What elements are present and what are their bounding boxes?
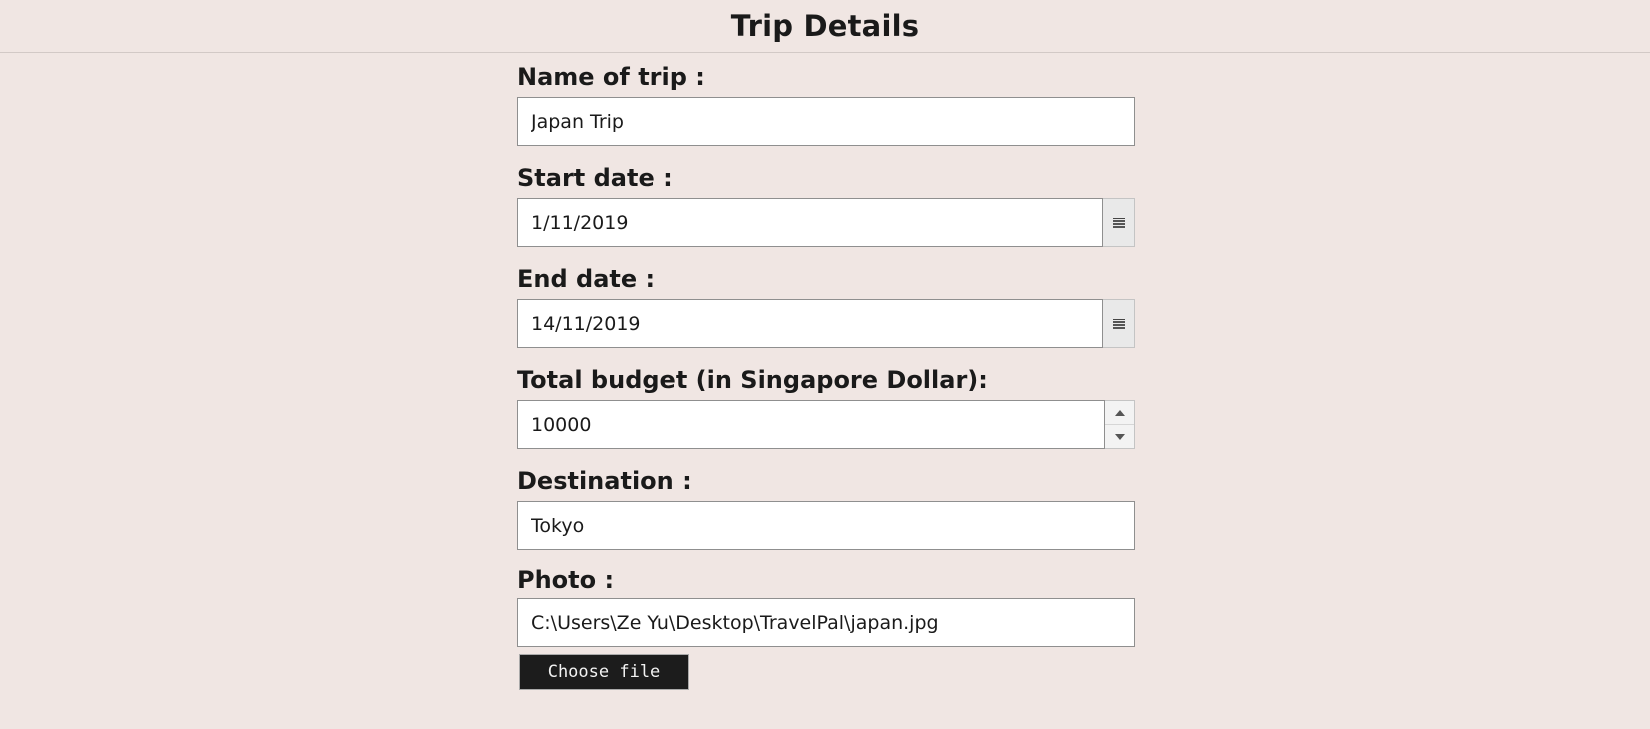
start-date-row [517,198,1135,247]
calendar-icon [1112,318,1125,329]
chevron-down-icon [1114,433,1125,440]
page-header: Trip Details [0,0,1650,53]
photo-path-input[interactable] [517,598,1135,647]
name-of-trip-label: Name of trip : [517,63,705,91]
page-title: Trip Details [730,9,920,43]
total-budget-row [517,400,1135,449]
spinner-up-button[interactable] [1105,401,1134,424]
destination-input[interactable] [517,501,1135,550]
start-date-picker-button[interactable] [1103,198,1135,247]
destination-label: Destination : [517,467,692,495]
destination-row [517,501,1135,550]
start-date-input[interactable] [517,198,1103,247]
chevron-up-icon [1114,409,1125,416]
budget-spinner [1105,400,1135,449]
start-date-label: Start date : [517,164,673,192]
calendar-icon [1112,217,1125,228]
end-date-picker-button[interactable] [1103,299,1135,348]
photo-label: Photo : [517,566,615,594]
end-date-row [517,299,1135,348]
spinner-down-button[interactable] [1105,424,1134,448]
end-date-label: End date : [517,265,656,293]
photo-row [517,598,1135,647]
total-budget-label: Total budget (in Singapore Dollar): [517,366,988,394]
name-of-trip-row [517,97,1135,146]
choose-file-button[interactable]: Choose file [519,654,689,690]
end-date-input[interactable] [517,299,1103,348]
total-budget-input[interactable] [517,400,1105,449]
name-of-trip-input[interactable] [517,97,1135,146]
trip-details-form: Name of trip : Start date : End date : T… [517,53,1135,690]
